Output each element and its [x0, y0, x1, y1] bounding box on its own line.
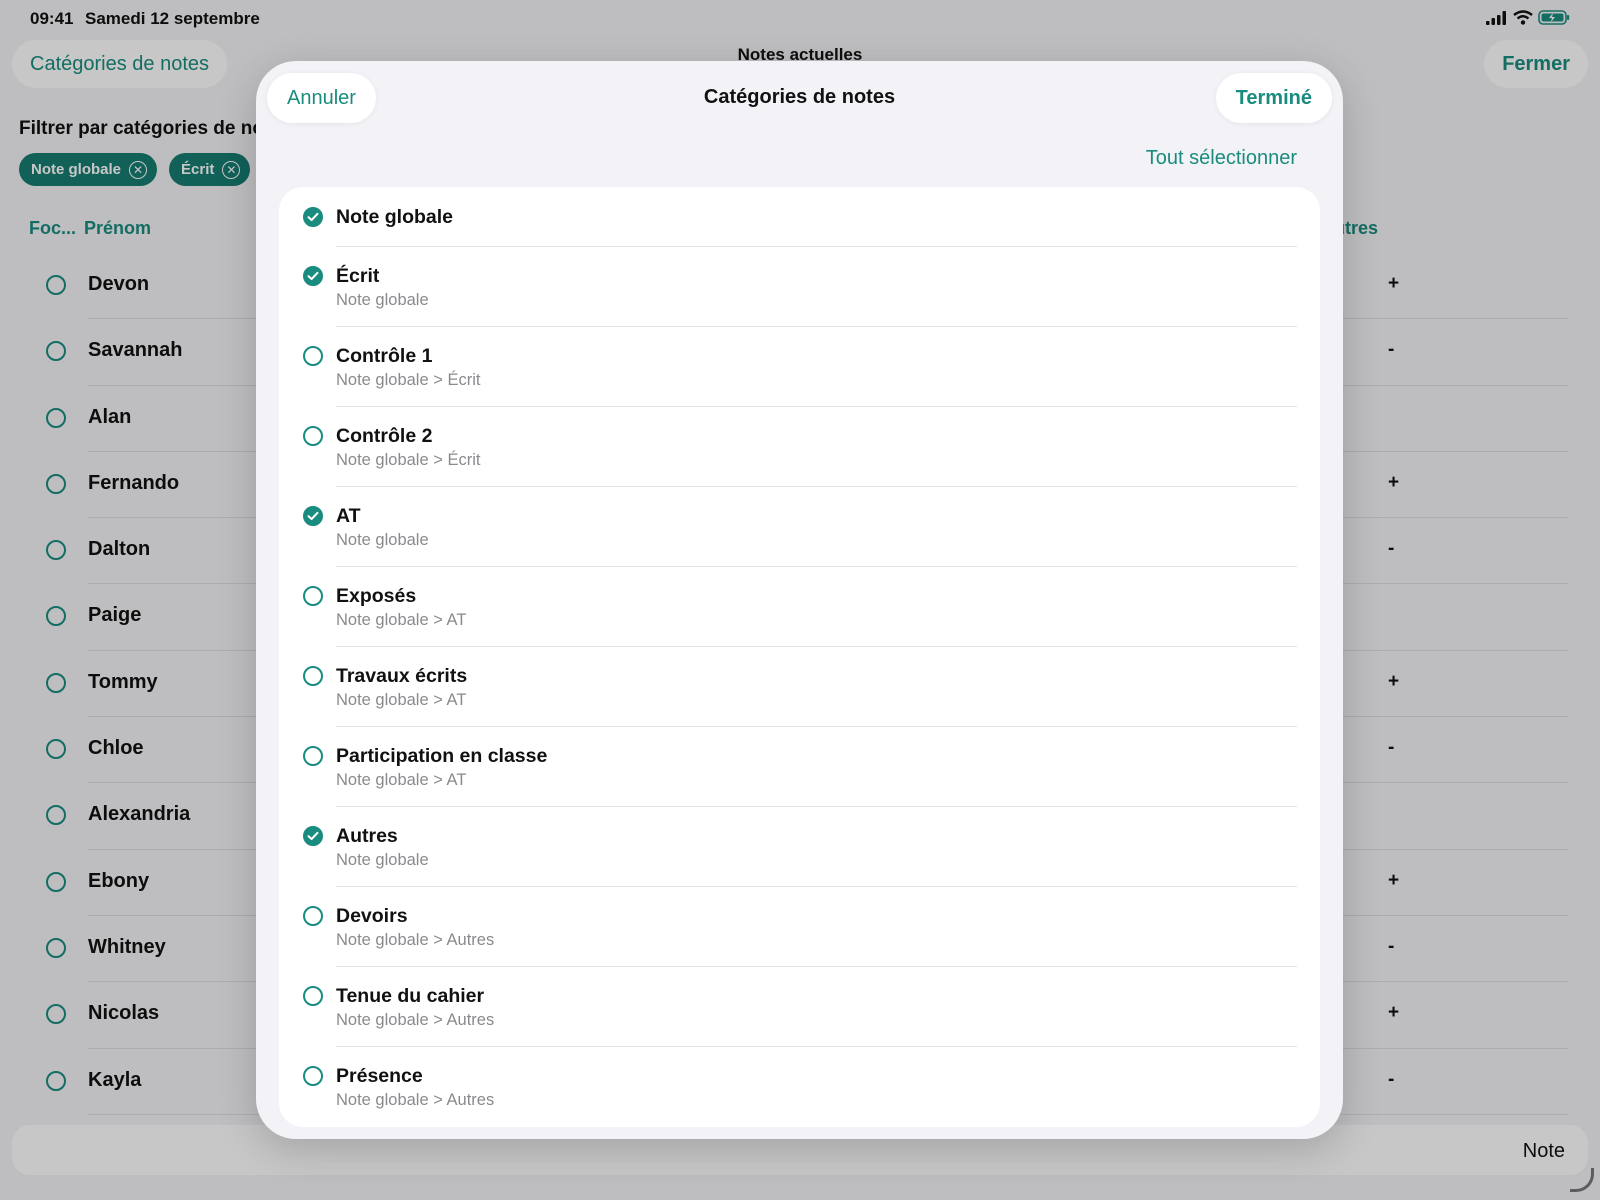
category-path: Note globale > Écrit [336, 451, 481, 469]
category-path: Note globale > Autres [336, 1091, 495, 1109]
category-label: Contrôle 2 [336, 425, 433, 447]
checkmark-icon [307, 831, 319, 840]
checked-circle-icon[interactable] [303, 207, 323, 227]
categories-sheet: Annuler Catégories de notes Terminé Tout… [256, 61, 1343, 1139]
category-path: Note globale [336, 291, 429, 309]
category-label: Écrit [336, 265, 380, 287]
category-row[interactable]: Exposés Note globale > AT [279, 567, 1320, 647]
category-label: Tenue du cahier [336, 985, 485, 1007]
category-row[interactable]: Écrit Note globale [279, 247, 1320, 327]
category-path: Note globale [336, 531, 429, 549]
category-label: Devoirs [336, 905, 408, 927]
checkmark-icon [307, 511, 319, 520]
category-path: Note globale > Autres [336, 1011, 495, 1029]
unchecked-circle-icon[interactable] [303, 746, 323, 766]
category-path: Note globale > Autres [336, 931, 495, 949]
category-label: Présence [336, 1065, 423, 1087]
unchecked-circle-icon[interactable] [303, 666, 323, 686]
category-path: Note globale > Écrit [336, 371, 481, 389]
category-label: Note globale [336, 206, 454, 228]
category-label: Exposés [336, 585, 417, 607]
checkmark-icon [307, 212, 319, 221]
category-label: AT [336, 505, 361, 527]
category-row[interactable]: Note globale [279, 187, 1320, 247]
unchecked-circle-icon[interactable] [303, 586, 323, 606]
category-row[interactable]: Devoirs Note globale > Autres [279, 887, 1320, 967]
category-row[interactable]: Autres Note globale [279, 807, 1320, 887]
category-row[interactable]: AT Note globale [279, 487, 1320, 567]
checkmark-icon [307, 271, 319, 280]
category-label: Participation en classe [336, 745, 548, 767]
unchecked-circle-icon[interactable] [303, 986, 323, 1006]
category-label: Contrôle 1 [336, 345, 433, 367]
category-row[interactable]: Contrôle 1 Note globale > Écrit [279, 327, 1320, 407]
category-list: Note globale Écrit Note globale Contrôle 1 N… [279, 187, 1320, 1127]
category-path: Note globale > AT [336, 771, 467, 789]
unchecked-circle-icon[interactable] [303, 426, 323, 446]
unchecked-circle-icon[interactable] [303, 346, 323, 366]
done-button[interactable]: Terminé [1215, 73, 1332, 123]
category-row[interactable]: Tenue du cahier Note globale > Autres [279, 967, 1320, 1047]
category-row[interactable]: Travaux écrits Note globale > AT [279, 647, 1320, 727]
unchecked-circle-icon[interactable] [303, 906, 323, 926]
category-row[interactable]: Contrôle 2 Note globale > Écrit [279, 407, 1320, 487]
sheet-title: Catégories de notes [703, 86, 896, 108]
checked-circle-icon[interactable] [303, 506, 323, 526]
category-path: Note globale > AT [336, 691, 467, 709]
category-row[interactable]: Présence Note globale > Autres [279, 1047, 1320, 1127]
select-all-button[interactable]: Tout sélectionner [1146, 147, 1297, 170]
checked-circle-icon[interactable] [303, 826, 323, 846]
category-path: Note globale > AT [336, 611, 467, 629]
checked-circle-icon[interactable] [303, 266, 323, 286]
category-path: Note globale [336, 851, 429, 869]
unchecked-circle-icon[interactable] [303, 1066, 323, 1086]
category-row[interactable]: Participation en classe Note globale > AT [279, 727, 1320, 807]
category-label: Autres [336, 825, 398, 847]
category-label: Travaux écrits [336, 665, 468, 687]
